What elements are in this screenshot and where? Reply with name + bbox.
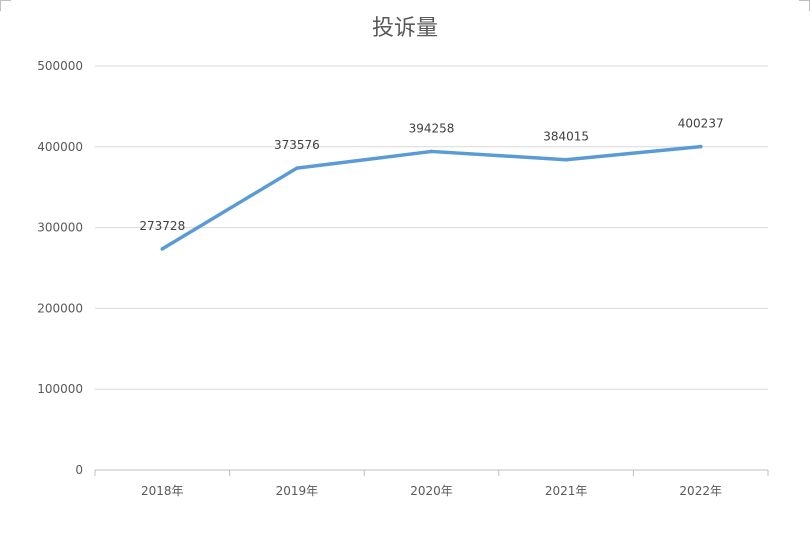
corner-mark-top-right xyxy=(799,0,810,11)
y-tick-label: 200000 xyxy=(37,301,83,315)
data-label: 373576 xyxy=(274,138,320,152)
x-tick-label: 2022年 xyxy=(679,484,722,498)
data-label: 400237 xyxy=(678,117,724,131)
y-tick-label: 100000 xyxy=(37,382,83,396)
data-point xyxy=(429,149,434,154)
y-tick-label: 300000 xyxy=(37,221,83,235)
chart: 投诉量 0 100000 200000 300000 400000 500000 2018… xyxy=(37,16,769,498)
x-tick-label: 2018年 xyxy=(141,484,184,498)
data-label: 273728 xyxy=(139,219,185,233)
x-tick-label: 2020年 xyxy=(410,484,453,498)
corner-mark-top-left xyxy=(0,0,11,11)
x-tick-label: 2019年 xyxy=(276,484,319,498)
data-point xyxy=(295,166,299,170)
data-point xyxy=(160,247,165,251)
y-tick-label: 500000 xyxy=(37,59,83,73)
data-labels: 273728 373576 394258 384015 400237 xyxy=(139,117,723,233)
data-label: 394258 xyxy=(409,121,455,135)
x-axis xyxy=(94,469,769,476)
series-group xyxy=(160,144,703,251)
series-line xyxy=(160,144,703,251)
x-axis-ticks: 2018年 2019年 2020年 2021年 2022年 xyxy=(141,484,722,498)
data-point xyxy=(564,157,568,162)
x-tick-label: 2021年 xyxy=(545,484,588,498)
y-tick-label: 400000 xyxy=(37,140,83,154)
chart-title: 投诉量 xyxy=(372,16,438,41)
y-tick-label: 0 xyxy=(75,463,83,477)
data-label: 384015 xyxy=(543,130,589,144)
data-point xyxy=(698,144,703,149)
y-axis-ticks: 0 100000 200000 300000 400000 500000 xyxy=(37,59,83,477)
